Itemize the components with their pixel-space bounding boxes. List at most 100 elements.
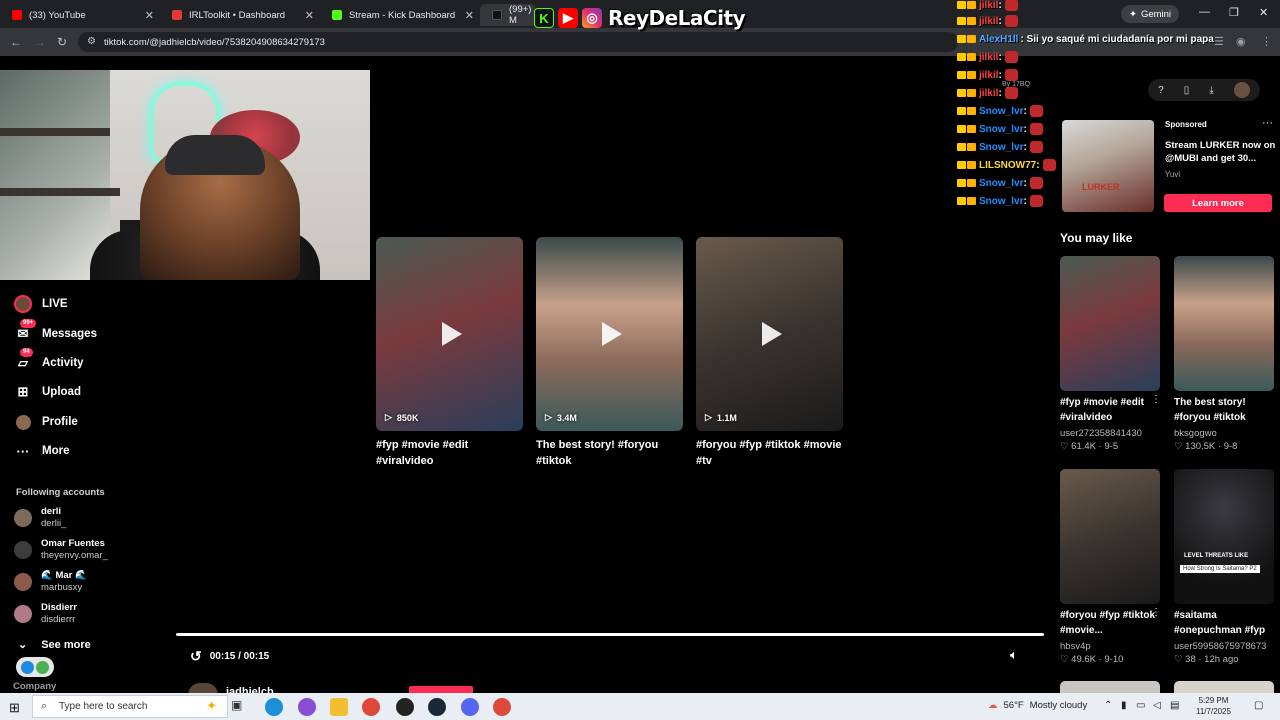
video-card[interactable]: ▷ 3.4M: [536, 237, 683, 431]
obs-icon[interactable]: [396, 698, 414, 716]
video-card[interactable]: ▷ 1.1M: [696, 237, 843, 431]
tab-kick[interactable]: Stream - Kick Dashboard ✕: [320, 4, 480, 26]
task-view-icon[interactable]: ▣: [231, 698, 249, 716]
chat-username[interactable]: jilkil: [979, 16, 998, 27]
suggested-video-thumb[interactable]: LEVEL THREATS LIKE How Strong Is Saitama…: [1174, 469, 1274, 604]
ad-title[interactable]: Stream LURKER now on @MUBI and get 30...: [1165, 139, 1277, 165]
chat-separator: :: [1023, 123, 1027, 135]
suggested-video-thumb[interactable]: [1174, 681, 1274, 693]
browser-extension-pill[interactable]: [16, 657, 54, 677]
more-icon[interactable]: ···: [1262, 117, 1273, 129]
video-caption[interactable]: #fyp #movie #edit #viralvideo: [376, 437, 526, 469]
more-icon[interactable]: ⋮: [1151, 394, 1161, 405]
video-action-bar: ? ▯ ⤓: [1148, 79, 1260, 101]
chat-username[interactable]: Snow_lvr: [979, 196, 1023, 207]
sidebar-item-messages[interactable]: ✉ 99+ Messages: [14, 319, 97, 345]
system-clock[interactable]: 5:29 PM 11/7/2025: [1196, 695, 1231, 717]
close-icon[interactable]: ✕: [465, 9, 474, 22]
usb-icon[interactable]: ▮: [1121, 700, 1127, 711]
avatar[interactable]: [1233, 82, 1250, 98]
chat-username[interactable]: jilkil: [979, 0, 998, 11]
discord-icon[interactable]: [461, 698, 479, 716]
chevron-down-icon: ⌄: [18, 639, 28, 651]
see-more-button[interactable]: ⌄ See more: [18, 638, 91, 652]
suggested-video-author[interactable]: user272358841430: [1060, 428, 1142, 439]
chat-username[interactable]: jilkil: [979, 70, 998, 81]
avatar: [14, 509, 32, 527]
notifications-icon[interactable]: ▢: [1254, 700, 1263, 711]
suggested-video-thumb[interactable]: [1060, 256, 1160, 391]
steam-icon[interactable]: [428, 698, 446, 716]
volume-icon[interactable]: 🔈︎: [1010, 647, 1018, 663]
ad-thumbnail[interactable]: LURKER: [1062, 120, 1154, 212]
copilot-icon[interactable]: [298, 698, 316, 716]
forward-icon[interactable]: →: [34, 35, 46, 49]
suggested-video-caption[interactable]: The best story! #foryou #tiktok: [1174, 395, 1280, 425]
tab-youtube[interactable]: (33) YouTube ✕: [0, 4, 160, 26]
playback-time: ↺ 00:15 / 00:15: [190, 648, 269, 665]
chat-username[interactable]: Snow_lvr: [979, 106, 1023, 117]
edge-icon[interactable]: [265, 698, 283, 716]
following-account[interactable]: derli derlii_: [14, 504, 66, 532]
video-progress-bar[interactable]: [176, 633, 1044, 636]
file-explorer-icon[interactable]: [330, 698, 348, 716]
suggested-video-author[interactable]: bksgogwo: [1174, 428, 1217, 439]
tab-tiktok[interactable]: (99+) M: [480, 4, 536, 26]
more-icon[interactable]: ⋮: [1151, 607, 1161, 618]
volume-tray-icon[interactable]: ◁: [1153, 700, 1161, 711]
suggested-video-thumb[interactable]: [1060, 469, 1160, 604]
following-account[interactable]: Omar Fuentes theyenvy.omar_: [14, 536, 108, 564]
tab-irltoolkit[interactable]: IRLToolkit • Dashboard ✕: [160, 4, 320, 26]
chat-badge-icon: [957, 89, 976, 97]
suggested-video-caption[interactable]: #saitama #onepuchman #fyp: [1174, 608, 1280, 638]
sidebar-item-live[interactable]: LIVE: [14, 293, 68, 315]
sidebar-item-profile[interactable]: Profile: [14, 411, 78, 433]
activity-badge: 94: [20, 348, 33, 357]
phone-icon[interactable]: ▯: [1184, 85, 1190, 96]
chat-username[interactable]: LILSNOW77: [979, 160, 1036, 171]
back-icon[interactable]: ←: [10, 35, 22, 49]
chat-username[interactable]: jilkil: [979, 88, 998, 99]
help-icon[interactable]: ?: [1158, 85, 1164, 96]
network-icon[interactable]: ▭: [1136, 700, 1145, 711]
heart-icon: ♡: [1060, 441, 1072, 452]
site-info-icon[interactable]: ⚙: [87, 36, 96, 47]
chat-username[interactable]: Snow_lvr: [979, 124, 1023, 135]
url-text: tiktok.com/@jadhielcb/video/753820490863…: [104, 36, 325, 48]
following-account[interactable]: 🌊 Mar 🌊 marbusxy: [14, 568, 87, 596]
weather-widget[interactable]: ☁ 56°F Mostly cloudy: [988, 700, 1087, 711]
suggested-video-thumb[interactable]: [1060, 681, 1160, 693]
learn-more-button[interactable]: Learn more: [1164, 194, 1272, 212]
suggested-video-author[interactable]: user59958675978673: [1174, 641, 1266, 652]
battery-icon[interactable]: ▤: [1170, 700, 1179, 711]
video-card[interactable]: ▷ 850K: [376, 237, 523, 431]
company-link[interactable]: Company: [13, 681, 56, 692]
chevron-up-icon[interactable]: ⌃: [1104, 700, 1112, 711]
chat-username[interactable]: Snow_lvr: [979, 142, 1023, 153]
chat-separator: :: [1023, 105, 1027, 117]
video-caption[interactable]: The best story! #foryou #tiktok: [536, 437, 686, 469]
chrome-icon[interactable]: [362, 698, 380, 716]
url-field[interactable]: ⚙ tiktok.com/@jadhielcb/video/7538204908…: [78, 32, 958, 52]
windows-start-icon[interactable]: ⊞: [9, 700, 20, 716]
suggested-video-thumb[interactable]: [1174, 256, 1274, 391]
sidebar-item-more[interactable]: ··· More: [14, 440, 70, 462]
sidebar-item-upload[interactable]: ⊞ Upload: [14, 381, 81, 403]
sidebar-item-activity[interactable]: ▱ 94 Activity: [14, 348, 84, 374]
close-icon[interactable]: ✕: [145, 9, 154, 22]
chat-username[interactable]: AlexH1ll: [979, 34, 1018, 45]
replay-icon[interactable]: ↺: [190, 648, 202, 665]
play-outline-icon: ▷: [545, 412, 552, 422]
chrome-icon[interactable]: [493, 698, 511, 716]
suggested-video-author[interactable]: hbsv4p: [1060, 641, 1091, 652]
chat-username[interactable]: Snow_lvr: [979, 178, 1023, 189]
download-icon[interactable]: ⤓: [1209, 85, 1213, 96]
following-account[interactable]: Disdierr disdierrr: [14, 600, 77, 628]
taskbar-search[interactable]: ⌕ Type here to search ✦: [32, 695, 228, 718]
profile-icon: [14, 413, 32, 431]
video-caption[interactable]: #foryou #fyp #tiktok #movie #tv: [696, 437, 846, 469]
close-icon[interactable]: ✕: [305, 9, 314, 22]
reload-icon[interactable]: ↻: [57, 35, 67, 49]
chat-username[interactable]: jilkil: [979, 52, 998, 63]
ad-brand: Yuvi: [1165, 170, 1181, 179]
